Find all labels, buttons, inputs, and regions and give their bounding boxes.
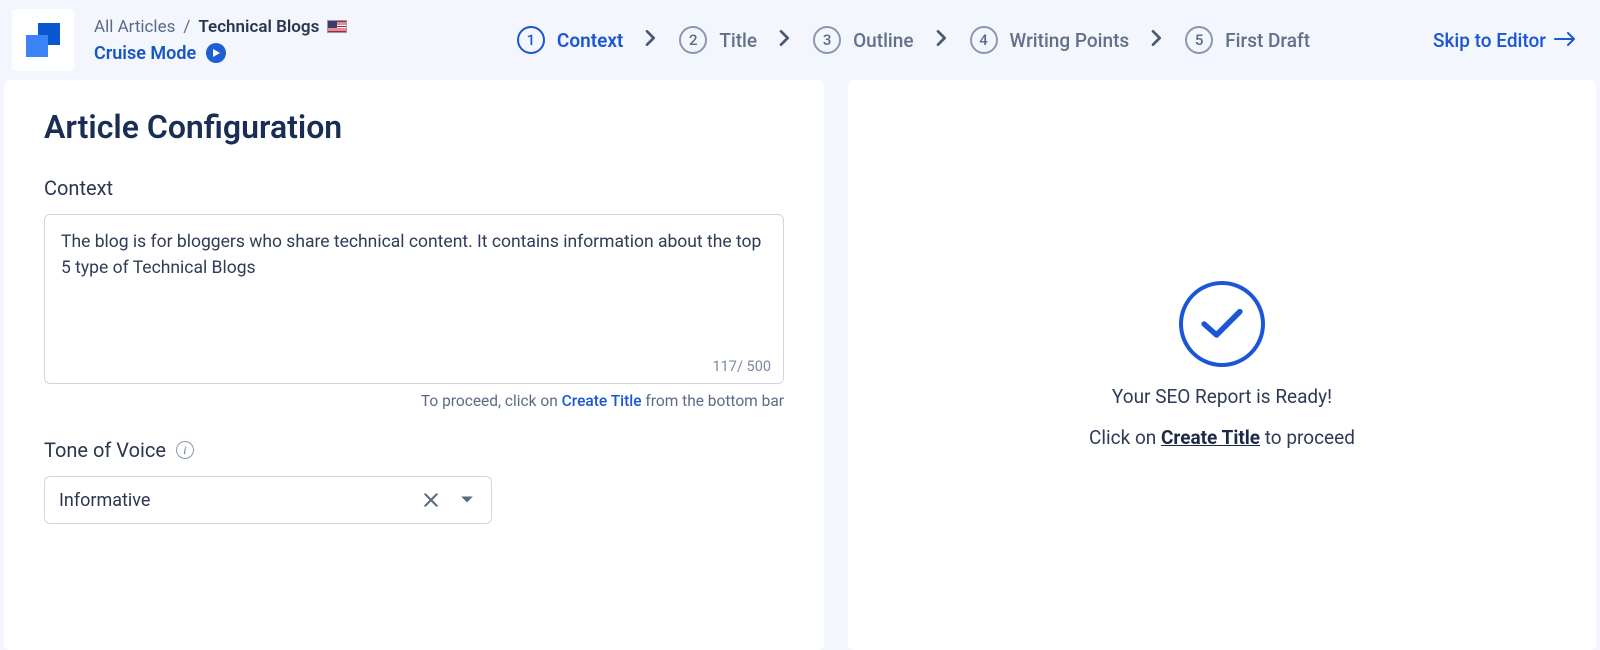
caret-down-icon[interactable] bbox=[453, 486, 481, 514]
chevron-right-icon bbox=[936, 30, 948, 50]
play-icon bbox=[206, 43, 226, 63]
tone-label: Tone of Voice i bbox=[44, 438, 784, 462]
breadcrumb-separator: / bbox=[183, 17, 190, 37]
breadcrumb-root[interactable]: All Articles bbox=[94, 17, 175, 37]
seo-ready-text: Your SEO Report is Ready! bbox=[1112, 385, 1332, 408]
tone-select[interactable] bbox=[44, 476, 492, 524]
tone-input[interactable] bbox=[59, 490, 409, 511]
context-textarea[interactable] bbox=[61, 229, 767, 353]
breadcrumb-current: Technical Blogs bbox=[198, 17, 319, 37]
page-title: Article Configuration bbox=[44, 108, 784, 146]
context-hint: To proceed, click on Create Title from t… bbox=[44, 392, 784, 410]
step-context[interactable]: 1 Context bbox=[517, 26, 623, 54]
info-icon[interactable]: i bbox=[176, 441, 194, 459]
chevron-right-icon bbox=[1151, 30, 1163, 50]
context-label: Context bbox=[44, 176, 784, 200]
clear-icon[interactable] bbox=[417, 486, 445, 514]
seo-panel: Your SEO Report is Ready! Click on Creat… bbox=[848, 80, 1596, 650]
chevron-right-icon bbox=[645, 30, 657, 50]
config-panel: Article Configuration Context 117/ 500 T… bbox=[4, 80, 824, 650]
checkmark-circle-icon bbox=[1179, 281, 1265, 367]
chevron-right-icon bbox=[779, 30, 791, 50]
create-title-hint-link[interactable]: Create Title bbox=[562, 392, 642, 410]
step-first-draft[interactable]: 5 First Draft bbox=[1185, 26, 1310, 54]
cruise-mode-label: Cruise Mode bbox=[94, 43, 196, 64]
breadcrumb: All Articles / Technical Blogs bbox=[94, 17, 394, 37]
wizard-stepper: 1 Context 2 Title 3 Outline 4 Writing Po… bbox=[394, 26, 1433, 54]
char-counter: 117/ 500 bbox=[713, 358, 772, 375]
step-writing-points[interactable]: 4 Writing Points bbox=[970, 26, 1130, 54]
arrow-right-icon bbox=[1554, 29, 1576, 52]
us-flag-icon bbox=[327, 20, 347, 33]
create-title-link[interactable]: Create Title bbox=[1161, 426, 1260, 449]
step-outline[interactable]: 3 Outline bbox=[813, 26, 913, 54]
skip-to-editor-link[interactable]: Skip to Editor bbox=[1433, 29, 1576, 52]
step-title[interactable]: 2 Title bbox=[679, 26, 757, 54]
seo-proceed-text: Click on Create Title to proceed bbox=[1089, 426, 1355, 449]
app-logo[interactable] bbox=[12, 9, 74, 71]
cruise-mode-toggle[interactable]: Cruise Mode bbox=[94, 43, 394, 64]
